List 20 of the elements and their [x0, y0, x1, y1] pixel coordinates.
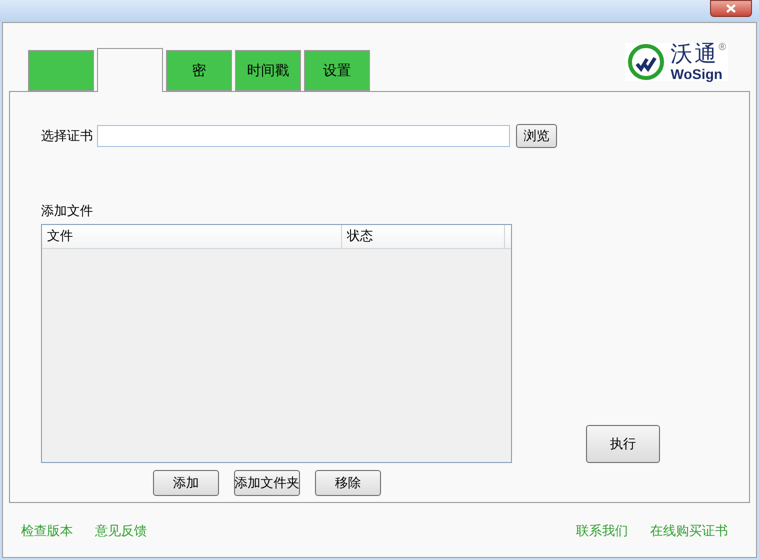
close-icon [726, 4, 736, 13]
file-action-button[interactable]: 添加文件夹 [234, 470, 300, 496]
tab[interactable] [97, 48, 163, 92]
column-header: 状态 [342, 224, 505, 248]
close-button[interactable] [710, 0, 752, 17]
column-header: 文件 [42, 224, 342, 248]
certificate-field[interactable] [97, 125, 510, 147]
tab[interactable]: 密 [166, 50, 232, 91]
registered-mark: ® [718, 43, 726, 53]
section-label: 添加文件 [41, 202, 94, 220]
tab[interactable]: 时间戳 [235, 50, 301, 91]
logo-brand: WoSign [670, 67, 724, 81]
execute-button[interactable]: 执行 [586, 425, 660, 463]
file-action-button[interactable]: 移除 [315, 470, 381, 496]
field-label: 选择证书 [41, 127, 94, 146]
logo-name: 沃通 [670, 43, 719, 65]
checkmark-logo-icon [626, 43, 665, 81]
tab[interactable]: 设置 [304, 50, 370, 91]
browse-button[interactable]: 浏览 [516, 124, 557, 148]
file-action-button[interactable]: 添加 [153, 470, 219, 496]
